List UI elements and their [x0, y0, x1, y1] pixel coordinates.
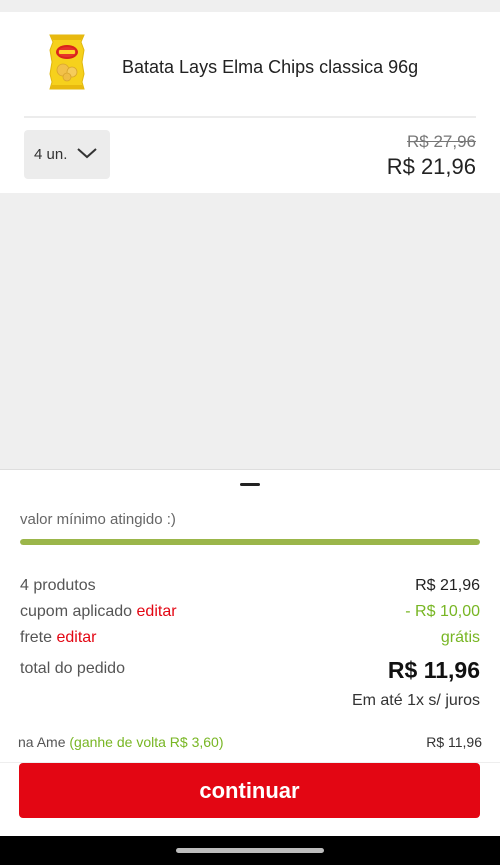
total-label: total do pedido	[20, 660, 125, 677]
continue-button[interactable]: continuar	[19, 763, 480, 818]
products-count: 4 produtos	[20, 577, 96, 594]
min-value-message: valor mínimo atingido :)	[20, 511, 176, 528]
top-strip	[0, 0, 500, 12]
old-price: R$ 27,96	[407, 132, 476, 151]
coupon-discount: - R$ 10,00	[405, 603, 480, 620]
shipping-value: grátis	[440, 629, 480, 646]
products-value: R$ 21,96	[415, 577, 480, 594]
ame-label: na Ame	[18, 734, 66, 750]
home-indicator[interactable]	[176, 848, 324, 853]
coupon-label: cupom aplicado	[20, 603, 133, 620]
installments-info: Em até 1x s/ juros	[351, 692, 480, 709]
current-price: R$ 21,96	[386, 154, 476, 179]
total-value: R$ 11,96	[387, 657, 480, 683]
shipping-label: frete	[20, 629, 53, 646]
shipping-edit-link[interactable]: editar	[56, 629, 96, 646]
coupon-edit-link[interactable]: editar	[137, 603, 177, 620]
chips-bag-icon[interactable]	[44, 32, 90, 92]
min-value-progress	[20, 539, 480, 545]
product-name[interactable]: Batata Lays Elma Chips classica 96g	[122, 57, 418, 78]
empty-area	[0, 193, 500, 469]
ame-value: R$ 11,96	[426, 734, 482, 750]
chevron-down-icon	[76, 144, 98, 162]
min-value-progress-fill	[20, 539, 480, 545]
cart-item-card: Batata Lays Elma Chips classica 96g 4 un…	[0, 12, 500, 193]
ame-row: na Ame (ganhe de volta R$ 3,60) R$ 11,96	[18, 734, 482, 750]
divider	[24, 116, 476, 118]
drag-handle[interactable]	[240, 483, 260, 486]
ame-cashback: (ganhe de volta R$ 3,60)	[69, 734, 224, 750]
quantity-value: 4 un.	[34, 146, 68, 163]
order-summary-sheet: valor mínimo atingido :) 4 produtos R$ 2…	[0, 469, 500, 836]
quantity-select[interactable]: 4 un.	[24, 130, 110, 179]
system-nav-bar	[0, 836, 500, 865]
